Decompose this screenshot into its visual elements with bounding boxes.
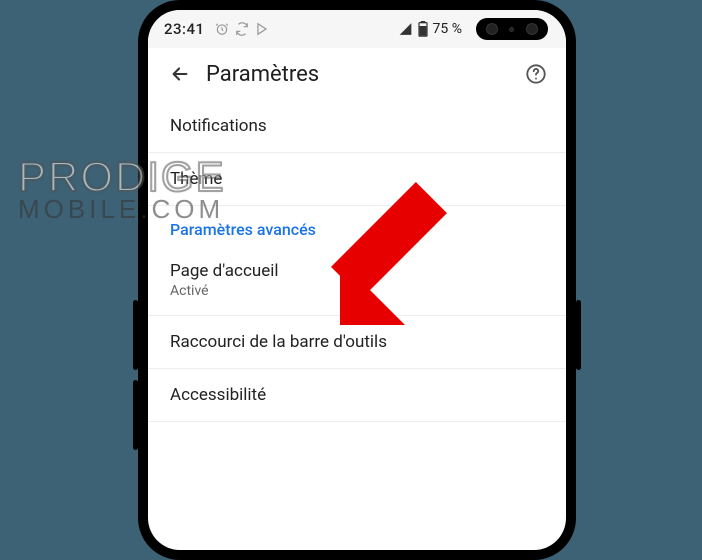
help-button[interactable] [518, 56, 554, 92]
alarm-icon [215, 22, 229, 36]
settings-row-homepage[interactable]: Page d'accueil Activé [148, 245, 566, 316]
play-icon [255, 22, 269, 36]
app-bar: Paramètres [148, 48, 566, 100]
power-button [576, 300, 581, 370]
settings-list: Notifications Thème Paramètres avancés P… [148, 100, 566, 458]
section-header-advanced: Paramètres avancés [148, 206, 566, 245]
arrow-left-icon [169, 63, 191, 85]
volume-down-button [133, 380, 138, 450]
camera-cutout [476, 18, 548, 40]
status-icons-left [215, 22, 269, 36]
phone-screen: 23:41 75 % Paramètres [148, 10, 566, 550]
sync-icon [235, 22, 249, 36]
settings-row-accessibility[interactable]: Accessibilité [148, 369, 566, 422]
signal-icon [398, 22, 413, 36]
battery-percent: 75 % [433, 21, 462, 37]
settings-row-toolbar-shortcut[interactable]: Raccourci de la barre d'outils [148, 316, 566, 369]
row-label [170, 438, 544, 442]
status-time: 23:41 [164, 20, 205, 38]
volume-up-button [133, 300, 138, 370]
back-button[interactable] [160, 54, 200, 94]
row-label: Thème [170, 169, 544, 189]
page-title: Paramètres [206, 62, 518, 87]
battery-icon [418, 21, 428, 37]
row-subtitle: Activé [170, 283, 544, 299]
row-label: Raccourci de la barre d'outils [170, 332, 544, 352]
row-label: Page d'accueil [170, 261, 544, 281]
row-label: Notifications [170, 116, 544, 136]
settings-row-cutoff[interactable] [148, 422, 566, 458]
status-icons-right: 75 % [398, 21, 462, 37]
settings-row-notifications[interactable]: Notifications [148, 100, 566, 153]
status-bar: 23:41 75 % [148, 10, 566, 48]
phone-frame: 23:41 75 % Paramètres [138, 0, 576, 560]
help-icon [525, 63, 547, 85]
row-label: Accessibilité [170, 385, 544, 405]
settings-row-theme[interactable]: Thème [148, 153, 566, 206]
